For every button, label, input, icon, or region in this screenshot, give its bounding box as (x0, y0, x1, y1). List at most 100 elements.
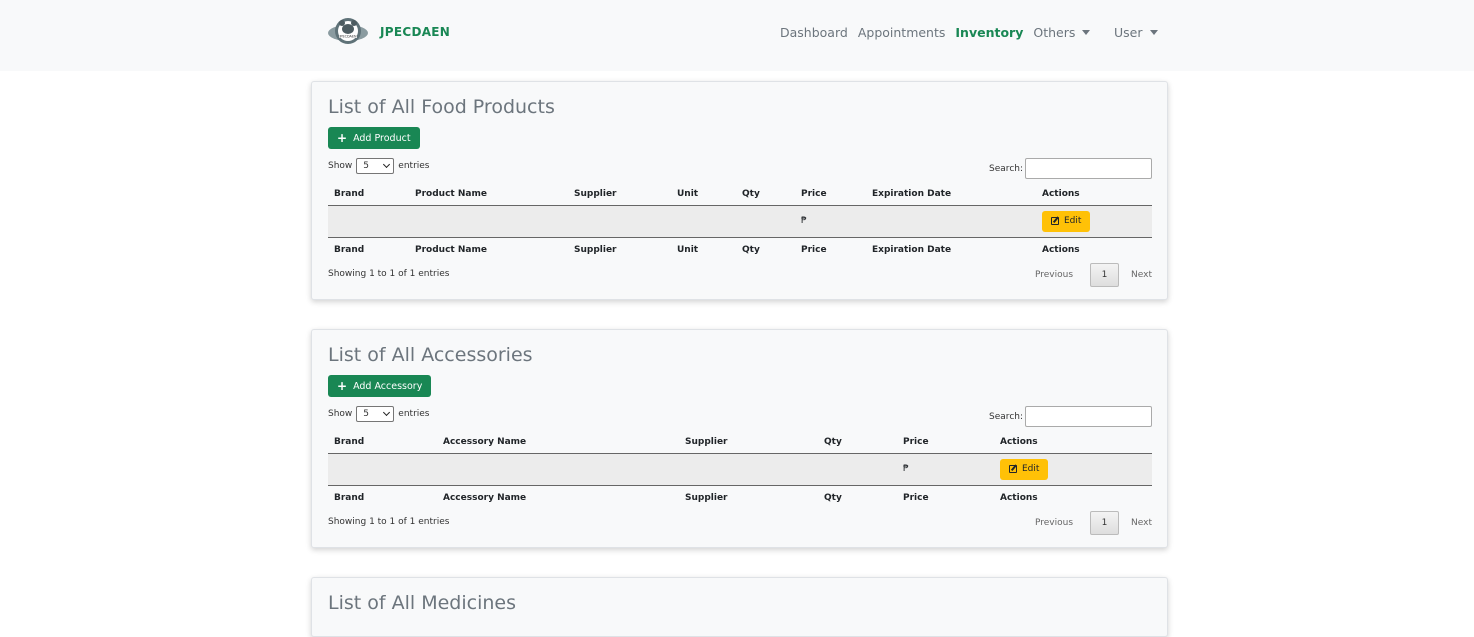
page-number-button[interactable]: 1 (1090, 511, 1120, 535)
table-row: ₱ Edit (328, 205, 1152, 237)
table-header-row: Brand Product Name Supplier Unit Qty Pri… (328, 183, 1152, 206)
table-footer-row: Brand Product Name Supplier Unit Qty Pri… (328, 236, 1152, 263)
show-label: Show (328, 161, 353, 171)
nav-dashboard[interactable]: Dashboard (780, 25, 848, 40)
cell-actions: Edit (994, 453, 1152, 485)
medicines-card: List of All Medicines (311, 577, 1168, 637)
plus-icon: + (337, 131, 348, 145)
column-header[interactable]: Accessory Name (437, 431, 679, 454)
nav-user-label: User (1114, 25, 1143, 40)
accessories-title: List of All Accessories (328, 344, 533, 366)
cell-accessory-name (437, 453, 679, 485)
add-product-label: Add Product (353, 132, 411, 144)
caret-down-icon (1082, 30, 1091, 35)
column-header[interactable]: Price (897, 431, 994, 454)
caret-down-icon (1149, 30, 1158, 35)
column-header[interactable]: Price (795, 183, 866, 206)
column-footer: Actions (994, 484, 1152, 511)
column-header[interactable]: Brand (328, 183, 409, 206)
food-search: Search: (989, 158, 1152, 179)
add-accessory-button[interactable]: + Add Accessory (328, 375, 432, 397)
logo-icon: JPECDAEN (328, 18, 368, 44)
accessories-page-size-select[interactable]: 5 (356, 406, 395, 422)
column-footer: Brand (328, 484, 437, 511)
chevron-down-icon (383, 408, 391, 417)
column-footer: Actions (1036, 236, 1152, 263)
nav-others-dropdown[interactable]: Others (1033, 25, 1091, 40)
cell-unit (671, 205, 736, 237)
column-header[interactable]: Qty (818, 431, 897, 454)
column-header[interactable]: Actions (994, 431, 1152, 454)
previous-page-button[interactable]: Previous (1035, 270, 1073, 280)
edit-label: Edit (1022, 464, 1040, 474)
column-header[interactable]: Product Name (409, 183, 568, 206)
previous-page-button[interactable]: Previous (1035, 518, 1073, 528)
food-search-input[interactable] (1025, 158, 1152, 179)
accessories-length-control: Show 5 entries (328, 406, 430, 422)
page-size-value: 5 (363, 409, 370, 419)
food-pagination: Previous 1 Next (1035, 263, 1152, 287)
edit-icon (1009, 465, 1017, 473)
cell-qty (818, 453, 897, 485)
next-page-button[interactable]: Next (1131, 518, 1152, 528)
column-header[interactable]: Unit (671, 183, 736, 206)
column-header[interactable]: Qty (736, 183, 795, 206)
accessories-pagination: Previous 1 Next (1035, 511, 1152, 535)
add-accessory-label: Add Accessory (353, 380, 423, 392)
column-footer: Product Name (409, 236, 568, 263)
cell-brand (328, 205, 409, 237)
cell-product-name (409, 205, 568, 237)
table-row: ₱ Edit (328, 453, 1152, 485)
cell-qty (736, 205, 795, 237)
accessories-search-input[interactable] (1025, 406, 1152, 427)
accessories-table-info: Showing 1 to 1 of 1 entries (328, 517, 450, 527)
nav-user-dropdown[interactable]: User (1114, 25, 1158, 40)
cell-expiration-date (866, 205, 1036, 237)
cell-price: ₱ (795, 205, 866, 237)
page-size-value: 5 (363, 161, 370, 171)
next-page-button[interactable]: Next (1131, 270, 1152, 280)
edit-label: Edit (1064, 216, 1082, 226)
column-footer: Qty (818, 484, 897, 511)
medicines-title: List of All Medicines (328, 592, 516, 614)
nav-appointments[interactable]: Appointments (858, 25, 946, 40)
accessories-card: List of All Accessories + Add Accessory … (311, 329, 1168, 548)
cell-supplier (568, 205, 671, 237)
add-product-button[interactable]: + Add Product (328, 127, 420, 149)
brand-link[interactable]: JPECDAEN JPECDAEN (326, 14, 450, 50)
cell-brand (328, 453, 437, 485)
page-number-button[interactable]: 1 (1090, 263, 1120, 287)
nav-inventory[interactable]: Inventory (955, 25, 1023, 40)
edit-button[interactable]: Edit (1042, 210, 1091, 232)
food-page-size-select[interactable]: 5 (356, 158, 395, 174)
food-length-control: Show 5 entries (328, 158, 430, 174)
column-header[interactable]: Actions (1036, 183, 1152, 206)
column-footer: Unit (671, 236, 736, 263)
search-label: Search: (989, 163, 1023, 174)
column-header[interactable]: Supplier (568, 183, 671, 206)
logo-text: JPECDAEN (338, 34, 357, 38)
show-label: Show (328, 409, 353, 419)
column-header[interactable]: Brand (328, 431, 437, 454)
column-header[interactable]: Supplier (679, 431, 818, 454)
column-footer: Expiration Date (866, 236, 1036, 263)
user-nav: User (1114, 25, 1168, 40)
column-footer: Supplier (679, 484, 818, 511)
column-footer: Accessory Name (437, 484, 679, 511)
food-table-info: Showing 1 to 1 of 1 entries (328, 269, 450, 279)
edit-icon (1051, 217, 1059, 225)
food-products-table: Brand Product Name Supplier Unit Qty Pri… (328, 183, 1152, 263)
food-products-card: List of All Food Products + Add Product … (311, 81, 1168, 300)
chevron-down-icon (383, 160, 391, 169)
edit-button[interactable]: Edit (1000, 458, 1049, 480)
plus-icon: + (337, 379, 348, 393)
accessories-search: Search: (989, 406, 1152, 427)
food-products-title: List of All Food Products (328, 96, 555, 118)
brand-name: JPECDAEN (380, 25, 451, 39)
column-footer: Qty (736, 236, 795, 263)
nav-others-label: Others (1033, 25, 1076, 40)
column-footer: Price (795, 236, 866, 263)
column-header[interactable]: Expiration Date (866, 183, 1036, 206)
column-footer: Brand (328, 236, 409, 263)
column-footer: Price (897, 484, 994, 511)
